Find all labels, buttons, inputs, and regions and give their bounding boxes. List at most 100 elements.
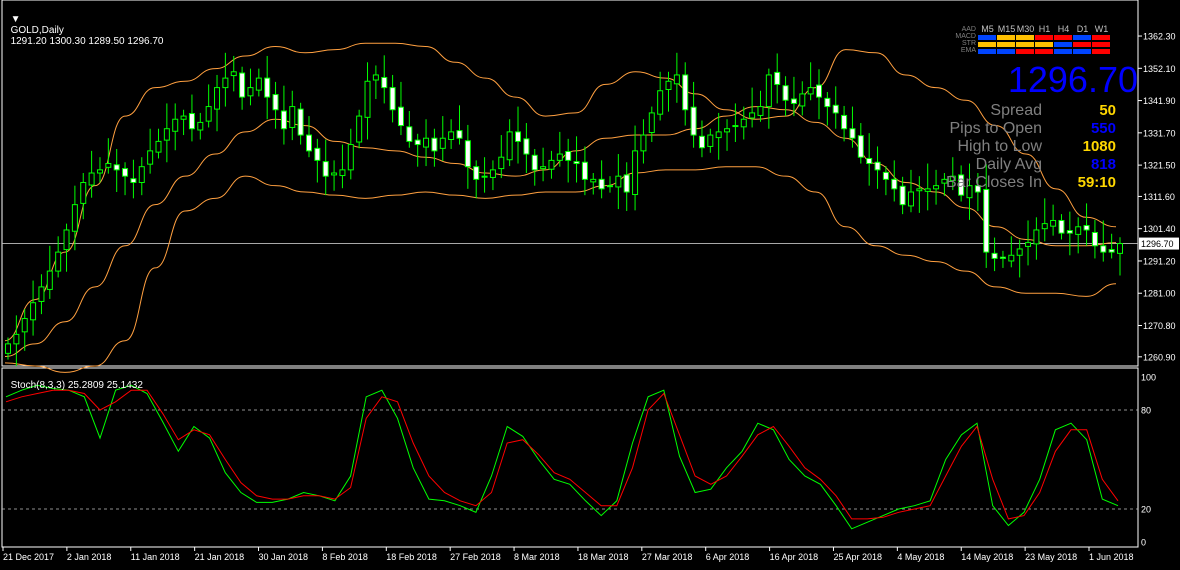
candle-body — [489, 169, 496, 178]
candle-body — [456, 130, 463, 139]
indicator-cell — [1035, 42, 1053, 47]
time-tick-label: 14 May 2018 — [961, 552, 1013, 562]
candle-body — [933, 185, 940, 190]
indicator-label: STR — [962, 40, 976, 47]
candle-body — [882, 171, 889, 180]
current-price-label: 1296.70 — [1141, 239, 1174, 249]
candle-body — [372, 74, 379, 81]
stochastic-axis: 100 80 20 0 — [2, 373, 1156, 548]
candle-body — [322, 161, 329, 177]
candle-body — [640, 134, 647, 152]
candle-body — [464, 140, 471, 168]
indicator-cell — [1054, 35, 1072, 40]
price-tick-label: 1301.40 — [1143, 224, 1176, 234]
price-tick-label: 1281.00 — [1143, 289, 1176, 299]
bollinger-lower — [4, 166, 1117, 373]
stat-value: 59:10 — [1077, 174, 1116, 191]
indicator-cell — [997, 35, 1015, 40]
time-tick-label: 16 Apr 2018 — [770, 552, 819, 562]
candle-body — [1108, 249, 1115, 253]
indicator-cell — [997, 49, 1015, 54]
indicator-cell — [978, 28, 996, 33]
indicator-cell — [1092, 49, 1110, 54]
candle-body — [1058, 219, 1065, 234]
candle-body — [698, 135, 705, 149]
candle-body — [63, 229, 70, 251]
candle-body — [172, 118, 179, 132]
candle-body — [816, 84, 823, 98]
candle-body — [448, 131, 455, 140]
candle-body — [623, 174, 630, 193]
time-tick-label: 23 May 2018 — [1025, 552, 1077, 562]
indicator-cell — [1054, 42, 1072, 47]
candle-body — [498, 156, 505, 170]
candle-body — [5, 343, 11, 354]
dropdown-triangle-icon[interactable]: ▼ — [11, 14, 21, 25]
candle-body — [264, 77, 271, 98]
candle-body — [147, 150, 154, 165]
candle-body — [163, 128, 170, 141]
candle-body — [222, 77, 229, 89]
indicator-cell — [978, 35, 996, 40]
candle-body — [690, 106, 697, 136]
indicator-cell — [1016, 49, 1034, 54]
candle-body — [907, 191, 914, 207]
candle-body — [130, 178, 137, 184]
candle-body — [289, 106, 296, 128]
candle-body — [431, 137, 438, 152]
stoch-tick-label: 100 — [1141, 373, 1156, 383]
time-tick-label: 27 Mar 2018 — [642, 552, 693, 562]
candle-body — [991, 252, 998, 259]
indicator-cell — [1016, 42, 1034, 47]
time-tick-label: 21 Dec 2017 — [3, 552, 54, 562]
candle-body — [96, 169, 103, 174]
ohlc-label: 1291.20 1300.30 1289.50 1296.70 — [10, 36, 164, 47]
candle-body — [531, 154, 538, 171]
candle-body — [214, 87, 221, 110]
candle-body — [71, 204, 78, 232]
indicator-cell — [1092, 28, 1110, 33]
indicator-label: MACD — [955, 33, 976, 40]
candle-body — [515, 131, 522, 142]
candle-body — [874, 161, 881, 171]
candle-body — [1016, 248, 1023, 256]
candle-body — [523, 138, 530, 155]
candle-body — [80, 182, 87, 204]
price-tick-label: 1331.70 — [1143, 128, 1176, 138]
candle-body — [615, 175, 622, 188]
candle-body — [113, 164, 120, 171]
indicator-cell — [997, 42, 1015, 47]
candle-body — [389, 87, 396, 111]
time-tick-label: 21 Jan 2018 — [195, 552, 245, 562]
stoch-tick-label: 80 — [1141, 406, 1151, 416]
candle-body — [1083, 225, 1090, 231]
time-tick-label: 11 Jan 2018 — [131, 552, 180, 562]
candle-body — [841, 114, 848, 130]
candle-body — [1100, 245, 1107, 253]
candle-body — [406, 126, 413, 142]
time-tick-label: 8 Mar 2018 — [514, 552, 560, 562]
candle-body — [765, 74, 772, 108]
indicator-cell — [1016, 35, 1034, 40]
stat-label: Daily Avg — [975, 156, 1042, 173]
indicator-cell — [1073, 28, 1091, 33]
candle-body — [782, 85, 789, 101]
candle-body — [1050, 219, 1057, 227]
indicator-cell — [1016, 28, 1034, 33]
time-tick-label: 4 May 2018 — [897, 552, 944, 562]
stoch-main-line — [5, 384, 1119, 530]
indicator-label: EMA — [960, 47, 976, 54]
symbol-label: GOLD,Daily — [10, 25, 64, 36]
candle-body — [339, 169, 346, 177]
candle-body — [423, 137, 430, 148]
candle-body — [305, 134, 312, 152]
stoch-label: Stoch(8,3,3) 25.2809 25.1432 — [10, 380, 143, 391]
candle-body — [481, 175, 488, 178]
candle-body — [397, 106, 404, 127]
indicator-cell — [1035, 28, 1053, 33]
candle-body — [88, 172, 95, 186]
time-tick-label: 1 Jun 2018 — [1089, 552, 1134, 562]
candle-body — [188, 113, 195, 130]
stoch-tick-label: 20 — [1141, 505, 1151, 515]
candle-body — [13, 333, 20, 345]
